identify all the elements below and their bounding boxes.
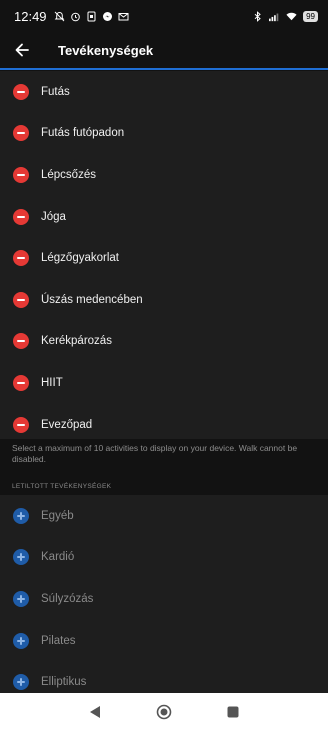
nav-back-button[interactable] xyxy=(84,701,106,723)
activity-label: Futás xyxy=(41,85,70,98)
activity-row: HIIT xyxy=(0,362,328,404)
system-nav-bar xyxy=(0,693,328,731)
activity-label: Pilates xyxy=(41,634,76,647)
remove-activity-icon[interactable] xyxy=(13,83,29,100)
add-activity-icon[interactable] xyxy=(13,674,29,691)
activity-label: Jóga xyxy=(41,210,66,223)
activity-label: Úszás medencében xyxy=(41,293,143,306)
status-bar: 12:49 99 xyxy=(0,0,328,32)
activity-label: Lépcsőzés xyxy=(41,168,96,181)
back-button[interactable] xyxy=(0,31,44,69)
signal-icon xyxy=(269,11,280,22)
add-activity-icon[interactable] xyxy=(13,632,29,649)
battery-indicator: 99 xyxy=(303,10,318,22)
sim-icon xyxy=(86,11,97,22)
nav-home-button[interactable] xyxy=(153,701,175,723)
status-left: 12:49 xyxy=(14,9,129,24)
disabled-section-label: LETILTOTT TEVÉKENYSÉGEK xyxy=(12,483,112,490)
remove-activity-icon[interactable] xyxy=(13,125,29,142)
activity-row: Lépcsőzés xyxy=(0,154,328,196)
activity-row: Egyéb xyxy=(0,495,328,537)
gmail-icon xyxy=(118,11,129,22)
add-activity-icon[interactable] xyxy=(13,590,29,607)
activity-label: HIIT xyxy=(41,376,63,389)
activity-row: Futás xyxy=(0,71,328,113)
nav-recents-button[interactable] xyxy=(222,701,244,723)
clock: 12:49 xyxy=(14,8,47,24)
activity-row: Futás futópadon xyxy=(0,113,328,155)
status-right: 99 xyxy=(252,10,318,22)
triangle-back-icon xyxy=(89,706,100,718)
page-title: Tevékenységek xyxy=(58,42,154,58)
messenger-icon xyxy=(102,11,113,22)
activity-label: Súlyzózás xyxy=(41,592,94,605)
activity-label: Kardió xyxy=(41,551,75,564)
alarm-icon xyxy=(70,11,81,22)
activity-row: Úszás medencében xyxy=(0,279,328,321)
activity-label: Elliptikus xyxy=(41,676,87,689)
activity-row: Elliptikus xyxy=(0,661,328,693)
square-recents-icon xyxy=(227,706,239,718)
activity-row: Kerékpározás xyxy=(0,321,328,363)
activity-label: Egyéb xyxy=(41,509,74,522)
wifi-icon xyxy=(286,11,297,22)
activity-row: Súlyzózás xyxy=(0,578,328,620)
activity-row: Kardió xyxy=(0,537,328,579)
disabled-activities-list: Egyéb Kardió Súlyzózás Pilates Elliptiku… xyxy=(0,495,328,693)
circle-home-icon xyxy=(156,704,172,720)
remove-activity-icon[interactable] xyxy=(13,291,29,308)
activity-row: Jóga xyxy=(0,196,328,238)
bluetooth-icon xyxy=(252,10,263,22)
activity-row: Légzőgyakorlat xyxy=(0,237,328,279)
activity-label: Légzőgyakorlat xyxy=(41,252,119,265)
remove-activity-icon[interactable] xyxy=(13,208,29,225)
activity-row: Evezőpad xyxy=(0,404,328,446)
activity-row: Pilates xyxy=(0,620,328,662)
remove-activity-icon[interactable] xyxy=(13,333,29,350)
remove-activity-icon[interactable] xyxy=(13,374,29,391)
activity-limit-hint: Select a maximum of 10 activities to dis… xyxy=(12,443,298,464)
add-activity-icon[interactable] xyxy=(13,507,29,524)
activity-label: Futás futópadon xyxy=(41,127,125,140)
app-bar: Tevékenységek xyxy=(0,32,328,70)
remove-activity-icon[interactable] xyxy=(13,166,29,183)
activity-label: Evezőpad xyxy=(41,418,93,431)
remove-activity-icon[interactable] xyxy=(13,250,29,267)
add-activity-icon[interactable] xyxy=(13,549,29,566)
arrow-left-icon xyxy=(15,43,29,57)
activity-label: Kerékpározás xyxy=(41,335,112,348)
enabled-activities-list: Futás Futás futópadon Lépcsőzés Jóga Lég… xyxy=(0,71,328,439)
remove-activity-icon[interactable] xyxy=(13,416,29,433)
muted-notification-icon xyxy=(54,11,65,22)
